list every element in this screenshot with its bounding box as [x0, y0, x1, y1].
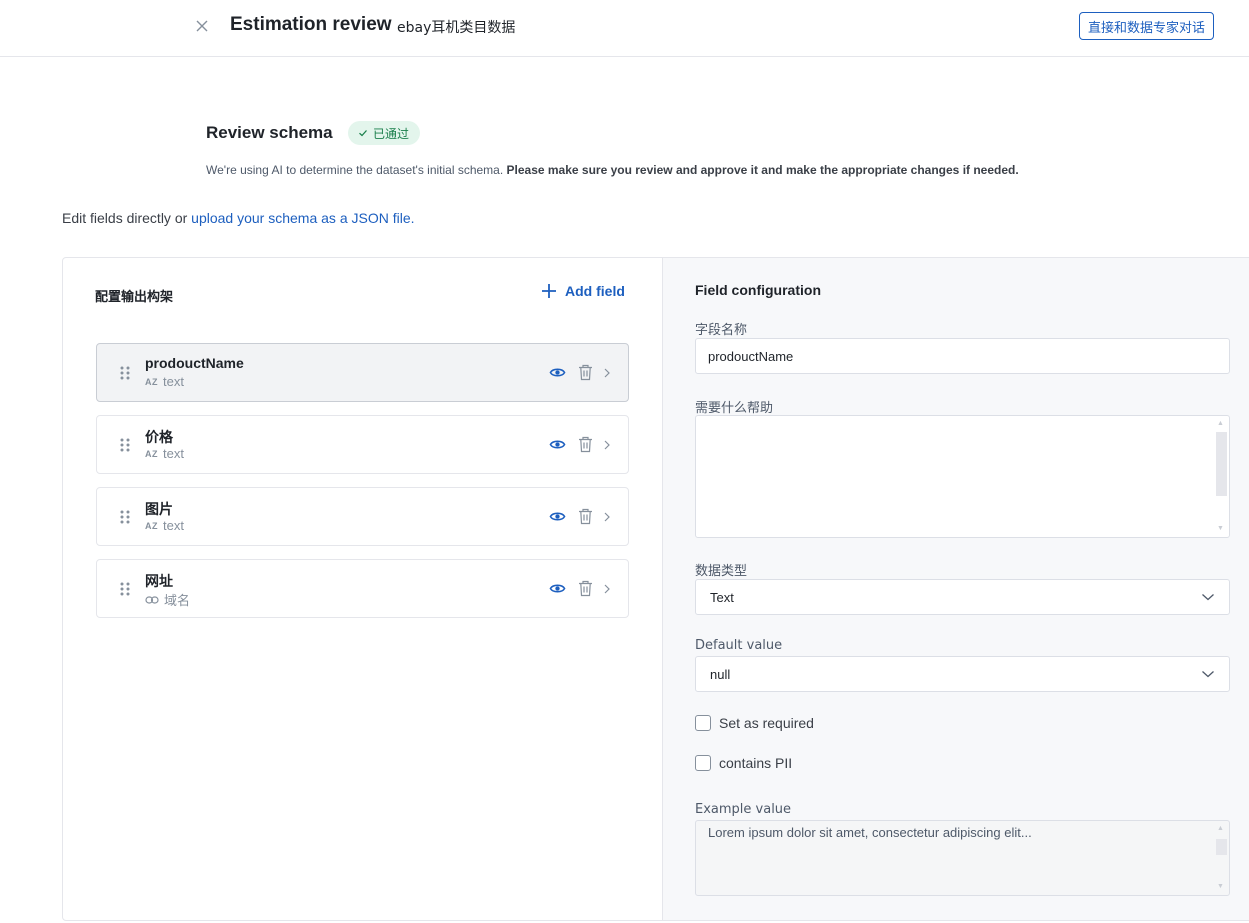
field-name-input-value: prodouctName [708, 348, 794, 364]
drag-handle-icon[interactable] [119, 509, 131, 525]
scroll-up-icon: ▲ [1217, 420, 1224, 427]
contains-pii-label: contains PII [719, 755, 793, 771]
field-name-label: 字段名称 [695, 323, 748, 338]
upload-schema-link[interactable]: upload your schema as a JSON file. [191, 210, 414, 226]
review-schema-title: Review schema [206, 123, 333, 142]
field-row[interactable]: 价格 AZ text [96, 415, 629, 474]
field-name: 网址 [145, 573, 173, 589]
field-name: 价格 [145, 429, 173, 445]
field-type: 域名 [145, 590, 190, 609]
chevron-down-icon [1202, 671, 1214, 678]
field-row[interactable]: 网址 域名 [96, 559, 629, 618]
schema-list-title: 配置输出构架 [95, 290, 174, 305]
close-icon[interactable] [193, 17, 211, 35]
schema-list-pane: 配置输出构架 Add field prodouctName AZ text 价格… [63, 258, 662, 920]
scrollbar-thumb[interactable] [1216, 839, 1227, 855]
schema-panel: 配置输出构架 Add field prodouctName AZ text 价格… [62, 257, 1249, 921]
chevron-right-icon[interactable] [602, 510, 612, 524]
example-value-text: Lorem ipsum dolor sit amet, consectetur … [708, 825, 1032, 840]
chevron-right-icon[interactable] [602, 438, 612, 452]
edit-instructions: Edit fields directly or upload your sche… [62, 210, 415, 226]
field-type-label: text [163, 374, 184, 389]
chevron-down-icon [1202, 594, 1214, 601]
checkbox-box[interactable] [695, 755, 711, 771]
checkbox-box[interactable] [695, 715, 711, 731]
status-badge: 已通过 [348, 121, 421, 145]
scrollbar-thumb[interactable] [1216, 432, 1227, 496]
edit-instructions-text: Edit fields directly or [62, 210, 192, 226]
scroll-down-icon: ▼ [1217, 883, 1224, 890]
help-label: 需要什么帮助 [695, 401, 774, 416]
text-type-icon: AZ [145, 448, 158, 459]
trash-icon[interactable] [578, 580, 593, 597]
drag-handle-icon[interactable] [119, 581, 131, 597]
add-field-button[interactable]: Add field [541, 283, 625, 299]
data-type-select[interactable]: Text [695, 579, 1230, 615]
field-name: prodouctName [145, 355, 244, 371]
chevron-right-icon[interactable] [602, 582, 612, 596]
eye-icon[interactable] [549, 364, 566, 381]
text-type-icon: AZ [145, 376, 158, 387]
page-title: Estimation review [230, 14, 392, 35]
field-type: AZ text [145, 374, 184, 389]
add-field-label: Add field [565, 283, 625, 299]
default-value-select[interactable]: null [695, 656, 1230, 692]
scroll-up-icon: ▲ [1217, 825, 1224, 832]
contains-pii-checkbox[interactable]: contains PII [695, 755, 792, 771]
chevron-right-icon[interactable] [602, 366, 612, 380]
set-required-checkbox[interactable]: Set as required [695, 715, 814, 731]
chat-with-expert-button[interactable]: 直接和数据专家对话 [1079, 12, 1214, 40]
field-name: 图片 [145, 501, 173, 517]
field-type: AZ text [145, 446, 184, 461]
text-type-icon: AZ [145, 520, 158, 531]
eye-icon[interactable] [549, 580, 566, 597]
data-type-selected: Text [710, 589, 734, 605]
eye-icon[interactable] [549, 436, 566, 453]
eye-icon[interactable] [549, 508, 566, 525]
trash-icon[interactable] [578, 364, 593, 381]
set-required-label: Set as required [719, 715, 814, 731]
plus-icon [542, 284, 556, 298]
example-textarea-scrollbar[interactable]: ▲ ▼ [1214, 823, 1227, 893]
field-type-label: text [163, 518, 184, 533]
field-row[interactable]: 图片 AZ text [96, 487, 629, 546]
scroll-down-icon: ▼ [1217, 525, 1224, 532]
default-value-selected: null [710, 666, 731, 682]
review-description: We're using AI to determine the dataset'… [206, 163, 1019, 177]
field-type-label: 域名 [164, 593, 191, 608]
field-type-label: text [163, 446, 184, 461]
dataset-name: ebay耳机类目数据 [397, 20, 516, 36]
field-name-input[interactable]: prodouctName [695, 338, 1230, 374]
status-badge-label: 已通过 [373, 126, 410, 141]
example-value-label: Example value [695, 802, 792, 817]
field-configuration-title: Field configuration [695, 282, 821, 298]
trash-icon[interactable] [578, 508, 593, 525]
drag-handle-icon[interactable] [119, 437, 131, 453]
help-textarea[interactable]: ▲ ▼ [695, 415, 1230, 538]
check-icon [359, 130, 367, 137]
default-value-label: Default value [695, 638, 783, 653]
field-list: prodouctName AZ text 价格 AZ text 图片 AZ te… [96, 343, 629, 631]
top-bar: Estimation review ebay耳机类目数据 直接和数据专家对话 [0, 0, 1249, 57]
example-value-textarea[interactable]: Lorem ipsum dolor sit amet, consectetur … [695, 820, 1230, 896]
review-description-emphasis: Please make sure you review and approve … [506, 163, 1019, 177]
field-type: AZ text [145, 518, 184, 533]
field-configuration-pane: Field configuration 字段名称 prodouctName 需要… [662, 258, 1249, 920]
trash-icon[interactable] [578, 436, 593, 453]
help-textarea-scrollbar[interactable]: ▲ ▼ [1214, 418, 1227, 535]
link-icon [145, 595, 159, 604]
data-type-label: 数据类型 [695, 564, 748, 579]
review-description-text: We're using AI to determine the dataset'… [206, 163, 507, 177]
drag-handle-icon[interactable] [119, 365, 131, 381]
field-row[interactable]: prodouctName AZ text [96, 343, 629, 402]
